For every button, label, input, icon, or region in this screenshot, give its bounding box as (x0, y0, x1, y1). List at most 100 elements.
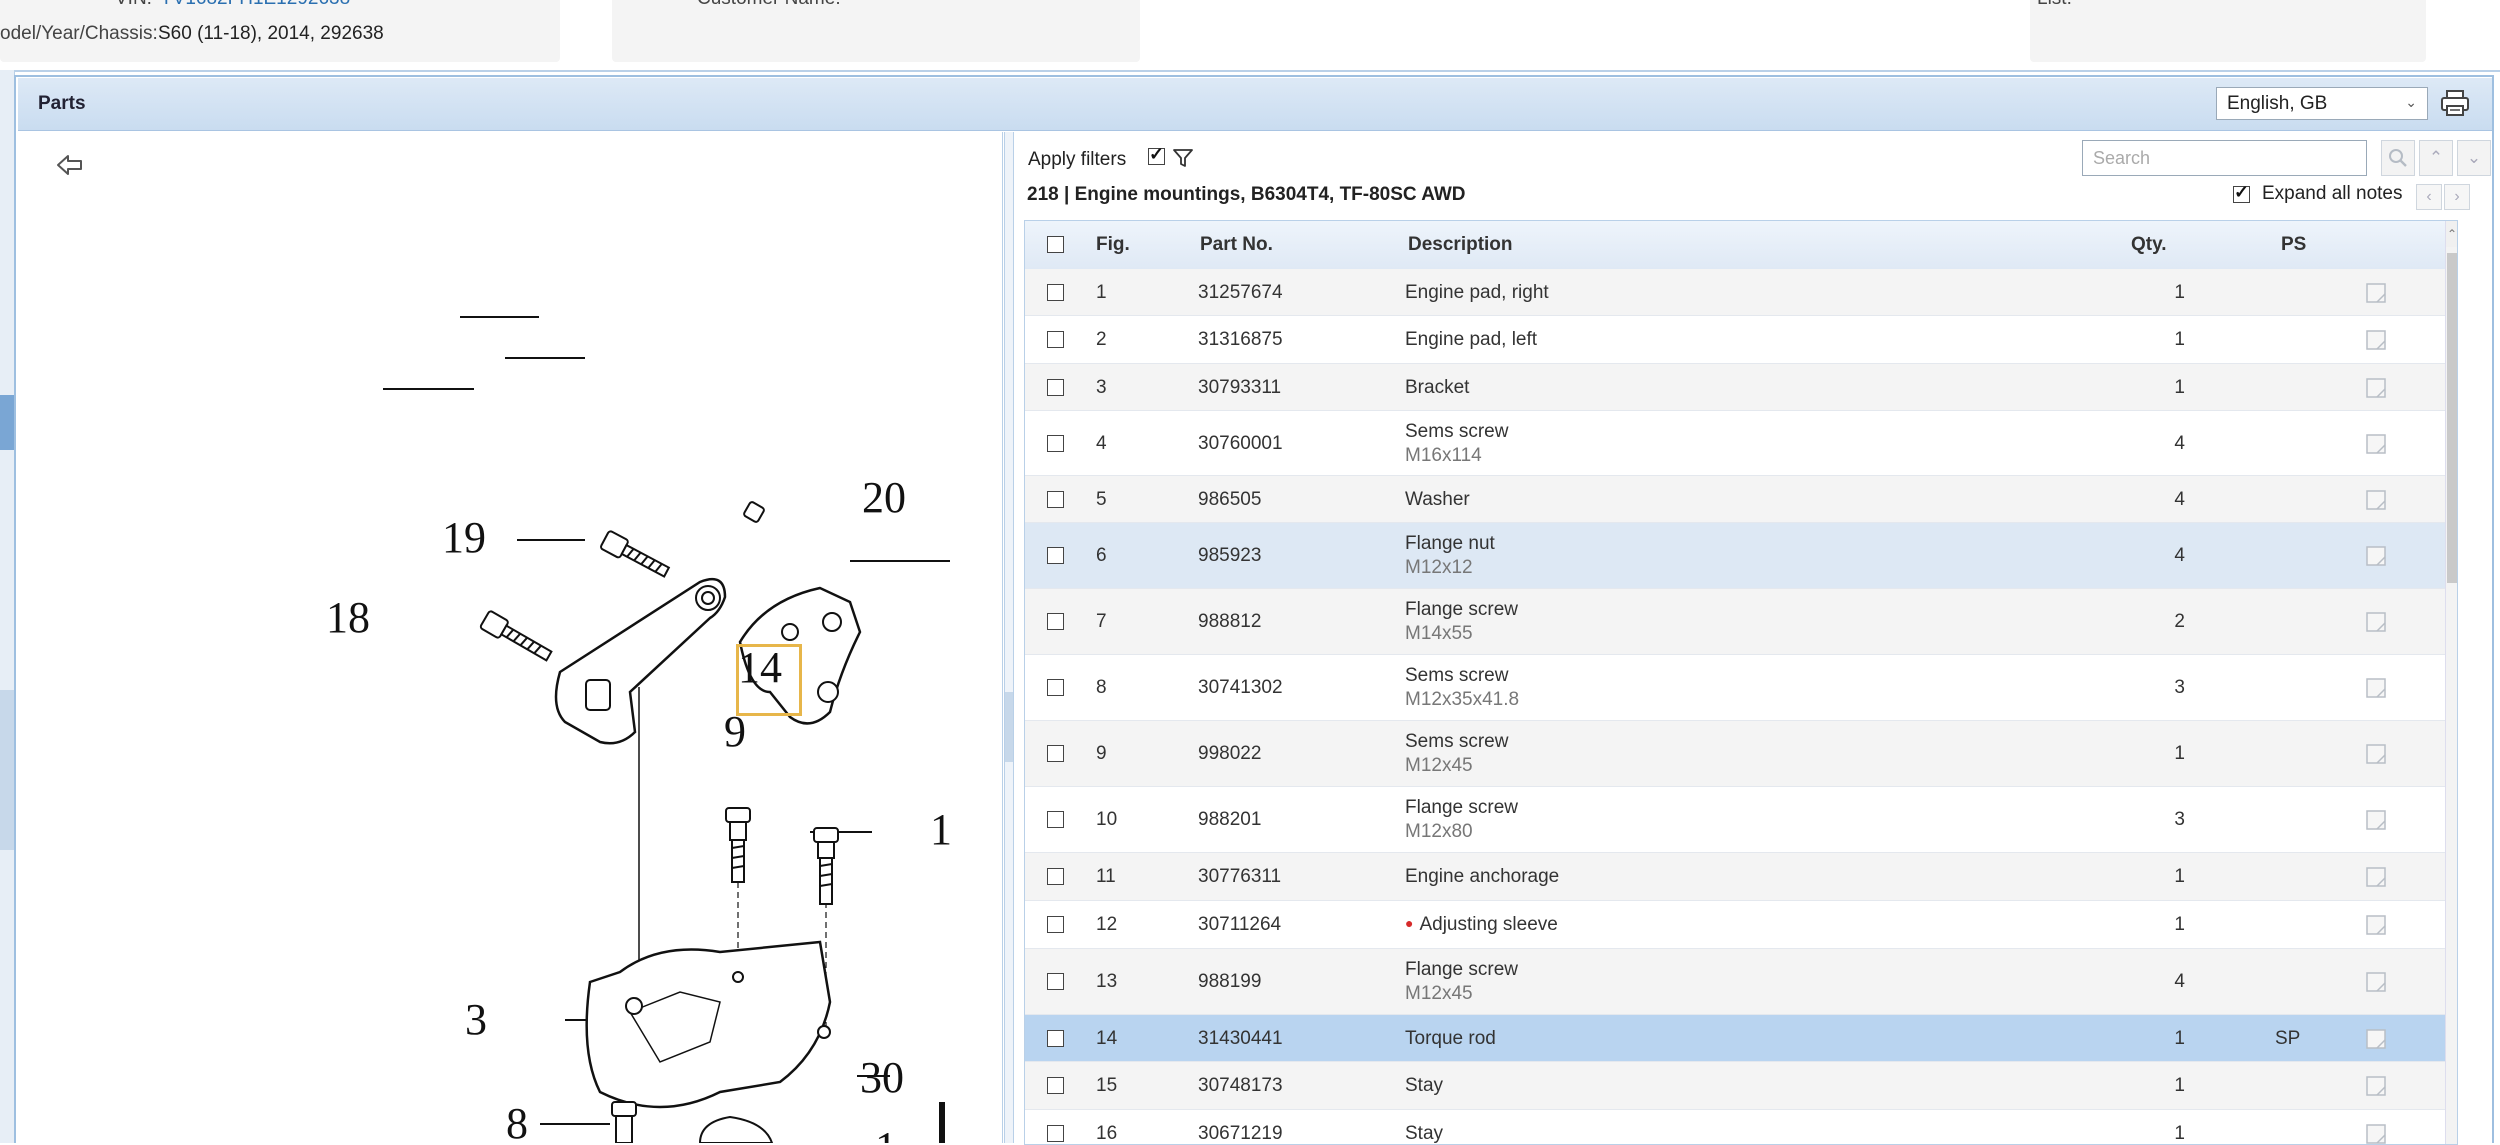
row-checkbox[interactable] (1047, 435, 1064, 452)
callout-30[interactable]: 30 (860, 1052, 904, 1103)
col-qty[interactable]: Qty. (2131, 234, 2167, 256)
filter-button[interactable] (1171, 146, 1195, 170)
row-checkbox[interactable] (1047, 491, 1064, 508)
left-strip-selected (0, 395, 14, 450)
callout-3[interactable]: 3 (465, 994, 487, 1045)
row-checkbox[interactable] (1047, 868, 1064, 885)
table-row[interactable]: 10 988201 3 Flange screw M12x80 (1025, 787, 2445, 853)
row-checkbox[interactable] (1047, 745, 1064, 762)
table-scrollbar[interactable]: ⌃ (2445, 221, 2457, 1144)
row-checkbox[interactable] (1047, 379, 1064, 396)
col-description[interactable]: Description (1408, 234, 1513, 256)
table-row[interactable]: 1 31257674 1 Engine pad, right (1025, 269, 2445, 316)
row-checkbox[interactable] (1047, 1030, 1064, 1047)
callout-18[interactable]: 18 (326, 592, 370, 643)
table-row[interactable]: 4 30760001 4 Sems screw M16x114 (1025, 411, 2445, 476)
table-row[interactable]: 13 988199 4 Flange screw M12x45 (1025, 949, 2445, 1015)
scroll-up-icon[interactable]: ⌃ (2446, 221, 2457, 247)
qty-cell: 4 (2174, 433, 2185, 454)
row-checkbox[interactable] (1047, 613, 1064, 630)
note-icon[interactable] (2365, 677, 2387, 699)
table-row[interactable]: 14 31430441 1 SP Torque rod (1025, 1015, 2445, 1062)
table-row[interactable]: 7 988812 2 Flange screw M14x55 (1025, 589, 2445, 655)
row-checkbox[interactable] (1047, 547, 1064, 564)
note-icon[interactable] (2365, 489, 2387, 511)
callout-8[interactable]: 8 (506, 1098, 528, 1143)
row-checkbox[interactable] (1047, 1077, 1064, 1094)
callout-14[interactable]: 14 (738, 642, 782, 693)
left-strip-grip[interactable] (0, 690, 14, 850)
note-icon[interactable] (2365, 1028, 2387, 1050)
note-icon[interactable] (2365, 914, 2387, 936)
note-icon[interactable] (2365, 282, 2387, 304)
qty-cell: 3 (2174, 809, 2185, 830)
table-row[interactable]: 15 30748173 1 Stay (1025, 1062, 2445, 1110)
chevron-left-icon: ‹ (2426, 188, 2432, 205)
row-checkbox[interactable] (1047, 679, 1064, 696)
note-icon[interactable] (2365, 433, 2387, 455)
next-section-button[interactable]: › (2444, 184, 2470, 210)
col-part-no[interactable]: Part No. (1200, 234, 1273, 256)
left-sidebar-strip[interactable] (0, 70, 15, 1143)
vin-link[interactable]: YV1682FH1E1292638 (160, 0, 350, 10)
note-icon[interactable] (2365, 377, 2387, 399)
search-input[interactable] (2082, 140, 2367, 176)
search-button[interactable] (2381, 140, 2415, 176)
table-row[interactable]: 9 998022 1 Sems screw M12x45 (1025, 721, 2445, 787)
callout-9[interactable]: 9 (724, 706, 746, 757)
note-icon[interactable] (2365, 809, 2387, 831)
callout-20[interactable]: 20 (862, 472, 906, 523)
row-checkbox[interactable] (1047, 811, 1064, 828)
search-prev-button[interactable]: ⌃ (2419, 140, 2453, 176)
chevron-right-icon: › (2454, 188, 2460, 205)
note-icon[interactable] (2365, 611, 2387, 633)
table-row[interactable]: 16 30671219 1 Stay (1025, 1110, 2445, 1145)
table-row[interactable]: 2 31316875 1 Engine pad, left (1025, 316, 2445, 364)
expand-notes-checkbox[interactable] (2233, 182, 2250, 203)
part-number-cell: 988812 (1198, 611, 1262, 632)
table-row[interactable]: 3 30793311 1 Bracket (1025, 364, 2445, 411)
prev-section-button[interactable]: ‹ (2416, 184, 2442, 210)
note-icon[interactable] (2365, 866, 2387, 888)
splitter-grip[interactable] (1005, 692, 1013, 762)
callout-1[interactable]: 1 (930, 804, 952, 855)
qty-cell: 4 (2174, 971, 2185, 992)
table-row[interactable]: 11 30776311 1 Engine anchorage (1025, 853, 2445, 901)
row-checkbox[interactable] (1047, 916, 1064, 933)
table-row[interactable]: 6 985923 4 Flange nut M12x12 (1025, 523, 2445, 589)
note-icon[interactable] (2365, 329, 2387, 351)
description-cell: ● Adjusting sleeve (1405, 914, 1558, 936)
part-number-cell: 30793311 (1198, 377, 1282, 398)
language-select[interactable]: English, GB ⌄ (2216, 87, 2428, 120)
scrollbar-thumb[interactable] (2447, 253, 2457, 583)
apply-filters-checkbox[interactable] (1148, 144, 1165, 165)
row-checkbox[interactable] (1047, 1125, 1064, 1142)
description-text: Sems screw (1405, 421, 1509, 442)
row-checkbox[interactable] (1047, 284, 1064, 301)
col-ps[interactable]: PS (2281, 234, 2306, 256)
callout-19[interactable]: 19 (442, 512, 486, 563)
table-row[interactable]: 12 30711264 1 ● Adjusting sleeve (1025, 901, 2445, 949)
row-checkbox[interactable] (1047, 973, 1064, 990)
note-icon[interactable] (2365, 743, 2387, 765)
pane-splitter[interactable] (1004, 132, 1014, 1143)
part-number-cell: 986505 (1198, 489, 1262, 510)
select-all-checkbox[interactable] (1047, 236, 1064, 253)
note-icon[interactable] (2365, 1075, 2387, 1097)
row-checkbox[interactable] (1047, 331, 1064, 348)
expand-notes-label: Expand all notes (2262, 183, 2403, 204)
description-sub: M12x45 (1405, 983, 1473, 1004)
description-text: Sems screw (1405, 665, 1509, 686)
description-cell: Stay (1405, 1075, 1443, 1097)
note-icon[interactable] (2365, 1123, 2387, 1145)
search-next-button[interactable]: ⌄ (2457, 140, 2491, 176)
note-icon[interactable] (2365, 971, 2387, 993)
description-cell: Engine anchorage (1405, 866, 1559, 888)
note-icon[interactable] (2365, 545, 2387, 567)
col-fig[interactable]: Fig. (1096, 234, 1130, 256)
fig-cell: 12 (1096, 914, 1118, 935)
callout-1-bottom[interactable]: 1 (875, 1122, 897, 1143)
table-row[interactable]: 5 986505 4 Washer (1025, 476, 2445, 523)
table-row[interactable]: 8 30741302 3 Sems screw M12x35x41.8 (1025, 655, 2445, 721)
print-button[interactable] (2438, 87, 2472, 119)
